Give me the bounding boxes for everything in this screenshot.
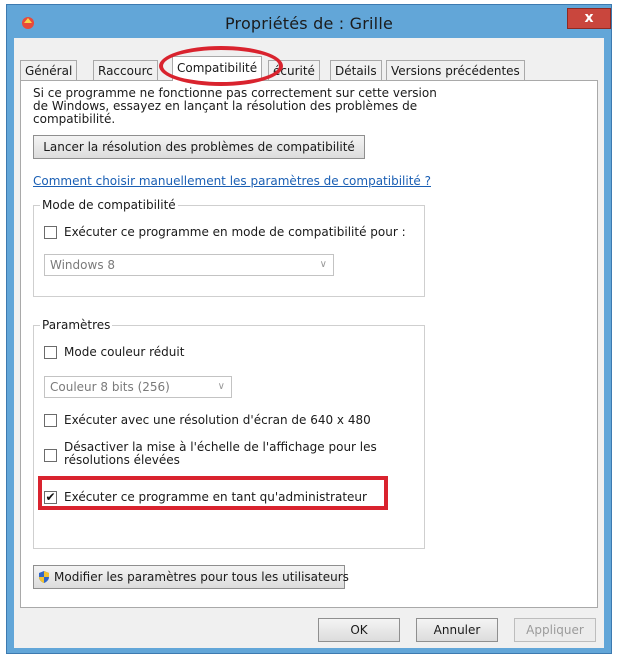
- color-depth-value: Couleur 8 bits (256): [50, 380, 170, 394]
- settings-group-label: Paramètres: [40, 318, 113, 332]
- compat-mode-checkbox[interactable]: [44, 226, 57, 239]
- dpi-label-line: résolutions élevées: [64, 453, 180, 467]
- compat-mode-label: Exécuter ce programme en mode de compati…: [64, 225, 406, 239]
- windows-version-value: Windows 8: [50, 258, 116, 272]
- resolution-label: Exécuter avec une résolution d'écran de …: [64, 413, 371, 427]
- troubleshoot-button[interactable]: Lancer la résolution des problèmes de co…: [33, 135, 365, 159]
- compat-mode-group: Mode de compatibilité Exécuter ce progra…: [33, 198, 425, 297]
- dialog-client: Général Raccourc Compatibilité écurité D…: [14, 38, 604, 648]
- settings-group: Paramètres Mode couleur réduit Couleur 8…: [33, 318, 425, 549]
- manual-settings-link[interactable]: Comment choisir manuellement les paramèt…: [33, 174, 431, 188]
- close-button[interactable]: x: [567, 8, 611, 29]
- reduced-color-checkbox[interactable]: [44, 346, 57, 359]
- compatibility-panel: Si ce programme ne fonctionne pas correc…: [20, 80, 598, 608]
- apply-button[interactable]: Appliquer: [514, 618, 596, 642]
- color-depth-select[interactable]: Couleur 8 bits (256) ∨: [44, 376, 232, 398]
- tab-previous-versions[interactable]: Versions précédentes: [386, 60, 525, 80]
- highlight-oval: [159, 46, 283, 86]
- chevron-down-icon: ∨: [319, 259, 327, 270]
- intro-line: compatibilité.: [33, 112, 116, 126]
- highlight-box: [38, 476, 388, 510]
- cancel-button[interactable]: Annuler: [416, 618, 498, 642]
- ok-button[interactable]: OK: [318, 618, 400, 642]
- reduced-color-label: Mode couleur réduit: [64, 345, 185, 359]
- dpi-scaling-label: Désactiver la mise à l'échelle de l'affi…: [64, 441, 377, 467]
- windows-version-select[interactable]: Windows 8 ∨: [44, 254, 334, 276]
- tab-details[interactable]: Détails: [330, 60, 382, 80]
- chevron-down-icon: ∨: [217, 381, 225, 392]
- title-bar[interactable]: Propriétés de : Grille x: [6, 4, 612, 38]
- intro-text: Si ce programme ne fonctionne pas correc…: [33, 87, 453, 126]
- tab-shortcut[interactable]: Raccourc: [93, 60, 158, 80]
- compat-mode-group-label: Mode de compatibilité: [40, 198, 178, 212]
- resolution-checkbox[interactable]: [44, 414, 57, 427]
- shield-icon: [39, 571, 49, 583]
- dpi-scaling-checkbox[interactable]: [44, 449, 57, 462]
- window-title: Propriétés de : Grille: [224, 14, 394, 33]
- change-all-users-button[interactable]: Modifier les paramètres pour tous les ut…: [33, 565, 349, 589]
- tab-general[interactable]: Général: [20, 60, 78, 80]
- change-all-users-label: Modifier les paramètres pour tous les ut…: [54, 570, 349, 584]
